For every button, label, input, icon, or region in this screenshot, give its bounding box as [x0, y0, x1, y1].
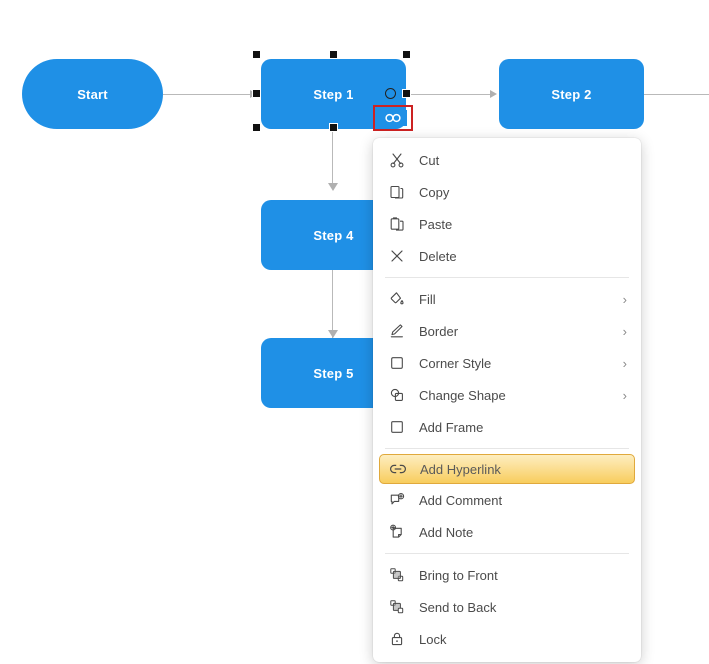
- note-plus-icon: [383, 522, 411, 542]
- bring-to-front-icon: [383, 565, 411, 585]
- clipboard-icon: [383, 214, 411, 234]
- comment-plus-icon: [383, 490, 411, 510]
- node-start-label: Start: [77, 86, 108, 102]
- arrowhead-step1-to-step2: [490, 90, 497, 98]
- node-step2[interactable]: Step 2: [499, 59, 644, 129]
- menu-item-cut[interactable]: Cut: [373, 144, 641, 176]
- copy-icon: [383, 182, 411, 202]
- menu-separator: [385, 553, 629, 554]
- shapes-icon: [383, 385, 411, 405]
- resize-handle-top-right[interactable]: [402, 50, 411, 59]
- menu-item-add-note[interactable]: Add Note: [373, 516, 641, 548]
- resize-handle-bottom-left[interactable]: [252, 123, 261, 132]
- menu-item-bring-to-front[interactable]: Bring to Front: [373, 559, 641, 591]
- menu-item-label: Send to Back: [419, 599, 497, 615]
- menu-item-label: Border: [419, 323, 459, 339]
- connector-step1-to-step4: [332, 130, 333, 188]
- menu-item-send-to-back[interactable]: Send to Back: [373, 591, 641, 623]
- menu-item-label: Fill: [419, 291, 436, 307]
- resize-handle-bottom-center[interactable]: [329, 123, 338, 132]
- menu-item-label: Cut: [419, 152, 440, 168]
- menu-item-corner-style[interactable]: Corner Style ›: [373, 347, 641, 379]
- paint-bucket-icon: [383, 289, 411, 309]
- lock-icon: [383, 629, 411, 649]
- menu-item-label: Change Shape: [419, 387, 506, 403]
- menu-item-copy[interactable]: Copy: [373, 176, 641, 208]
- menu-separator: [385, 277, 629, 278]
- chevron-right-icon: ›: [622, 291, 627, 307]
- node-step1-label: Step 1: [313, 86, 354, 102]
- connector-step4-to-step5: [332, 270, 333, 338]
- context-menu[interactable]: Cut Copy Paste Delete Fill › Border › Co…: [373, 138, 641, 662]
- close-x-icon: [383, 246, 411, 266]
- link-icon: [384, 459, 412, 479]
- resize-handle-top-center[interactable]: [329, 50, 338, 59]
- menu-item-label: Corner Style: [419, 355, 492, 371]
- scissors-icon: [383, 150, 411, 170]
- chevron-right-icon: ›: [622, 355, 627, 371]
- square-icon: [383, 353, 411, 373]
- chevron-right-icon: ›: [622, 323, 627, 339]
- attention-highlight-box: [373, 105, 413, 131]
- menu-item-label: Add Comment: [419, 492, 503, 508]
- pen-icon: [383, 321, 411, 341]
- connector-step2-outgoing: [644, 94, 709, 95]
- menu-item-label: Bring to Front: [419, 567, 498, 583]
- node-step2-label: Step 2: [551, 86, 592, 102]
- arrowhead-step1-to-step4: [328, 183, 338, 191]
- menu-item-border[interactable]: Border ›: [373, 315, 641, 347]
- menu-item-add-comment[interactable]: Add Comment: [373, 484, 641, 516]
- menu-item-change-shape[interactable]: Change Shape ›: [373, 379, 641, 411]
- resize-handle-middle-right[interactable]: [402, 89, 411, 98]
- menu-item-label: Add Hyperlink: [420, 461, 501, 477]
- menu-item-delete[interactable]: Delete: [373, 240, 641, 272]
- arrowhead-step4-to-step5: [328, 330, 338, 338]
- menu-item-add-frame[interactable]: Add Frame: [373, 411, 641, 443]
- connector-start-to-step1: [163, 94, 255, 95]
- menu-item-label: Paste: [419, 216, 453, 232]
- menu-separator: [385, 448, 629, 449]
- connector-step1-to-step2: [406, 94, 494, 95]
- menu-item-label: Lock: [419, 631, 447, 647]
- menu-item-label: Delete: [419, 248, 457, 264]
- node-step4-label: Step 4: [313, 227, 354, 243]
- menu-item-add-hyperlink[interactable]: Add Hyperlink: [379, 454, 635, 484]
- node-step5-label: Step 5: [313, 365, 354, 381]
- resize-handle-middle-left[interactable]: [252, 89, 261, 98]
- menu-item-paste[interactable]: Paste: [373, 208, 641, 240]
- menu-item-label: Add Frame: [419, 419, 484, 435]
- menu-item-label: Copy: [419, 184, 450, 200]
- chevron-right-icon: ›: [622, 387, 627, 403]
- resize-handle-top-left[interactable]: [252, 50, 261, 59]
- send-to-back-icon: [383, 597, 411, 617]
- node-start[interactable]: Start: [22, 59, 163, 129]
- menu-item-label: Add Note: [419, 524, 474, 540]
- menu-item-fill[interactable]: Fill ›: [373, 283, 641, 315]
- connection-point-circle[interactable]: [385, 88, 396, 99]
- frame-icon: [383, 417, 411, 437]
- menu-item-lock[interactable]: Lock: [373, 623, 641, 655]
